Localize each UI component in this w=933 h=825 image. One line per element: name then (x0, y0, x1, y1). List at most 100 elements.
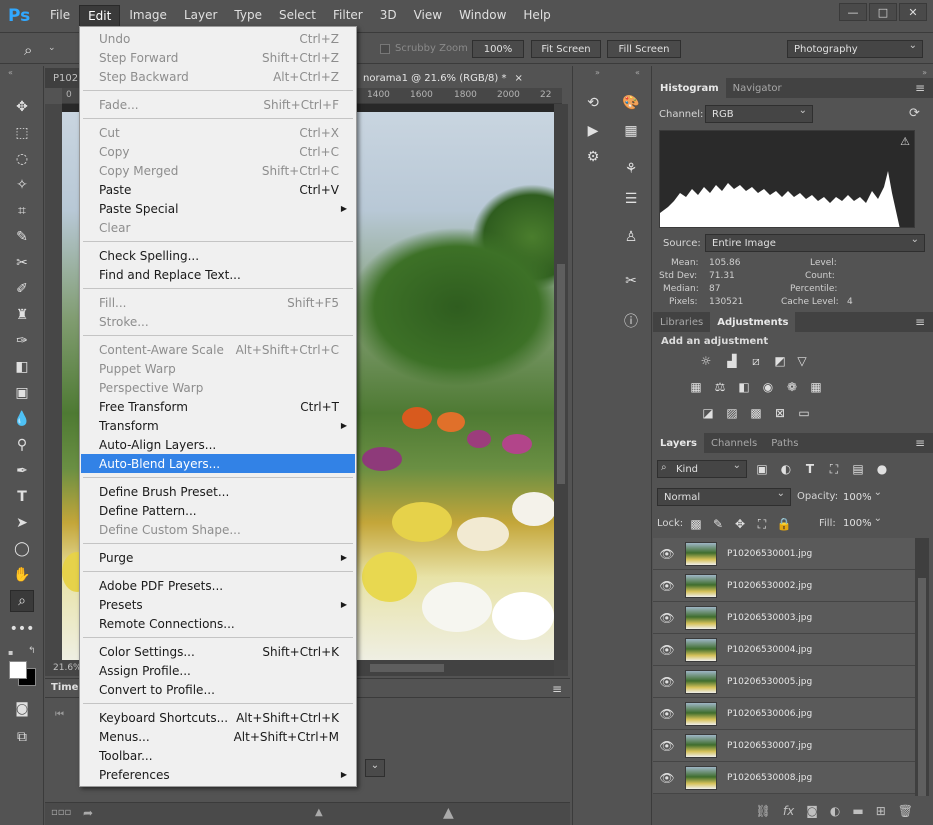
menu-item-keyboard-shortcuts[interactable]: Keyboard Shortcuts... Alt+Shift+Ctrl+K (81, 708, 355, 727)
scrollbar-thumb[interactable] (370, 664, 444, 672)
layer-row[interactable]: 👁 P10206530003.jpg (653, 602, 915, 634)
invert-icon[interactable]: ◪ (699, 404, 717, 422)
layer-row[interactable]: 👁 P10206530006.jpg (653, 698, 915, 730)
menu-item-fill[interactable]: Fill... Shift+F5 (81, 293, 355, 312)
history-icon[interactable]: ⟲ (581, 92, 605, 114)
go-to-first-frame-icon[interactable]: ⏮ (55, 709, 64, 720)
tab-adjustments[interactable]: Adjustments (710, 312, 796, 332)
tab-layers[interactable]: Layers (653, 433, 704, 453)
photo-filter-icon[interactable]: ◉ (759, 378, 777, 396)
menu-window[interactable]: Window (451, 5, 514, 27)
tab-document-active[interactable]: norama1 @ 21.6% (RGB/8) * × (355, 68, 570, 88)
menu-item-find-and-replace-text[interactable]: Find and Replace Text... (81, 265, 355, 284)
menu-item-free-transform[interactable]: Free Transform Ctrl+T (81, 397, 355, 416)
menu-item-content-aware-scale[interactable]: Content-Aware Scale Alt+Shift+Ctrl+C (81, 340, 355, 359)
clone-source-icon[interactable]: ♙ (619, 226, 643, 248)
tab-navigator[interactable]: Navigator (726, 78, 789, 98)
tool-presets-icon[interactable]: ✂ (619, 270, 643, 292)
tab-channels[interactable]: Channels (704, 433, 764, 453)
hand-tool-icon[interactable]: ✋ (10, 564, 34, 586)
menu-type[interactable]: Type (226, 5, 270, 27)
menu-select[interactable]: Select (271, 5, 324, 27)
panel-menu-icon[interactable]: ≡ (915, 81, 925, 95)
menu-item-stroke[interactable]: Stroke... (81, 312, 355, 331)
vibrance-icon[interactable]: ▽ (793, 352, 811, 370)
tool-preset-chevron-icon[interactable]: ⌄ (48, 43, 56, 53)
new-group-icon[interactable]: ▬ (852, 804, 863, 818)
timeline-dropdown-icon[interactable]: ⌄ (365, 759, 385, 777)
menu-item-cut[interactable]: Cut Ctrl+X (81, 123, 355, 142)
tab-libraries[interactable]: Libraries (653, 312, 710, 332)
menu-item-copy-merged[interactable]: Copy Merged Shift+Ctrl+C (81, 161, 355, 180)
foreground-color-swatch[interactable] (9, 661, 27, 679)
history-brush-tool-icon[interactable]: ✑ (10, 330, 34, 352)
menu-filter[interactable]: Filter (325, 5, 371, 27)
menu-item-define-custom-shape[interactable]: Define Custom Shape... (81, 520, 355, 539)
scrollbar-thumb[interactable] (557, 264, 565, 484)
healing-tool-icon[interactable]: ✂ (10, 252, 34, 274)
menu-item-perspective-warp[interactable]: Perspective Warp (81, 378, 355, 397)
lock-position-icon[interactable]: ✥ (731, 515, 749, 533)
layer-filter-select[interactable]: Kind (657, 460, 747, 478)
filter-type-icon[interactable]: T (801, 460, 819, 478)
layer-row[interactable]: 👁 P10206530008.jpg (653, 762, 915, 794)
expand-icon[interactable]: » (595, 68, 600, 77)
scrollbar-thumb[interactable] (918, 578, 926, 796)
layer-row[interactable]: 👁 P10206530001.jpg (653, 538, 915, 570)
menu-item-assign-profile[interactable]: Assign Profile... (81, 661, 355, 680)
channel-mixer-icon[interactable]: ❁ (783, 378, 801, 396)
refresh-icon[interactable]: ⟳ (909, 106, 920, 121)
menu-item-auto-align-layers[interactable]: Auto-Align Layers... (81, 435, 355, 454)
pen-tool-icon[interactable]: ✒ (10, 460, 34, 482)
lock-image-icon[interactable]: ✎ (709, 515, 727, 533)
crop-tool-icon[interactable]: ⌗ (10, 200, 34, 222)
black-white-icon[interactable]: ◧ (735, 378, 753, 396)
zoom-out-timeline-icon[interactable]: ▲ (315, 807, 323, 818)
brush-settings-icon[interactable]: ⚘ (619, 158, 643, 180)
lock-all-icon[interactable]: 🔒 (775, 515, 793, 533)
menu-3d[interactable]: 3D (372, 5, 405, 27)
threshold-icon[interactable]: ▩ (747, 404, 765, 422)
color-balance-icon[interactable]: ⚖ (711, 378, 729, 396)
menu-item-purge[interactable]: Purge ▶ (81, 548, 355, 567)
visibility-eye-icon[interactable]: 👁 (653, 739, 681, 753)
filter-smart-object-icon[interactable]: ▤ (849, 460, 867, 478)
fill-field[interactable]: 100% (837, 513, 887, 532)
color-lookup-icon[interactable]: ▦ (807, 378, 825, 396)
minimize-button[interactable]: — (839, 3, 867, 21)
properties-icon[interactable]: ⚙ (581, 146, 605, 168)
levels-icon[interactable]: ▟ (723, 352, 741, 370)
menu-view[interactable]: View (406, 5, 450, 27)
hue-saturation-icon[interactable]: ▦ (687, 378, 705, 396)
link-layers-icon[interactable]: ⛓ (756, 804, 771, 818)
curves-icon[interactable]: ⧄ (747, 352, 765, 370)
dodge-tool-icon[interactable]: ⚲ (10, 434, 34, 456)
layer-style-icon[interactable]: fx (783, 804, 794, 818)
menu-image[interactable]: Image (121, 5, 175, 27)
filter-pixel-icon[interactable]: ▣ (753, 460, 771, 478)
visibility-eye-icon[interactable]: 👁 (653, 675, 681, 689)
color-palette-icon[interactable]: 🎨 (619, 92, 643, 114)
more-tools-icon[interactable]: ••• (10, 618, 35, 640)
add-mask-icon[interactable]: ◙ (806, 804, 818, 818)
menu-item-puppet-warp[interactable]: Puppet Warp (81, 359, 355, 378)
brightness-contrast-icon[interactable]: ☼ (697, 352, 715, 370)
menu-item-undo[interactable]: Undo Ctrl+Z (81, 29, 355, 48)
eraser-tool-icon[interactable]: ◧ (10, 356, 34, 378)
menu-item-menus[interactable]: Menus... Alt+Shift+Ctrl+M (81, 727, 355, 746)
lock-transparent-icon[interactable]: ▩ (687, 515, 705, 533)
info-icon[interactable]: ⓘ (619, 310, 643, 332)
fit-screen-button[interactable]: Fit Screen (531, 40, 601, 58)
menu-file[interactable]: File (42, 5, 78, 27)
swap-colors-icon[interactable]: ↰ (28, 646, 36, 656)
new-adjustment-layer-icon[interactable]: ◐ (830, 804, 840, 818)
layers-scrollbar[interactable] (915, 538, 929, 796)
menu-item-paste-special[interactable]: Paste Special ▶ (81, 199, 355, 218)
tab-histogram[interactable]: Histogram (653, 78, 726, 98)
opacity-field[interactable]: 100% (837, 487, 887, 506)
visibility-eye-icon[interactable]: 👁 (653, 547, 681, 561)
tab-document-1[interactable]: P102 (45, 68, 81, 88)
zoom-level[interactable]: 21.6% (53, 663, 82, 673)
visibility-eye-icon[interactable]: 👁 (653, 579, 681, 593)
scrubby-zoom-checkbox[interactable] (380, 44, 390, 54)
